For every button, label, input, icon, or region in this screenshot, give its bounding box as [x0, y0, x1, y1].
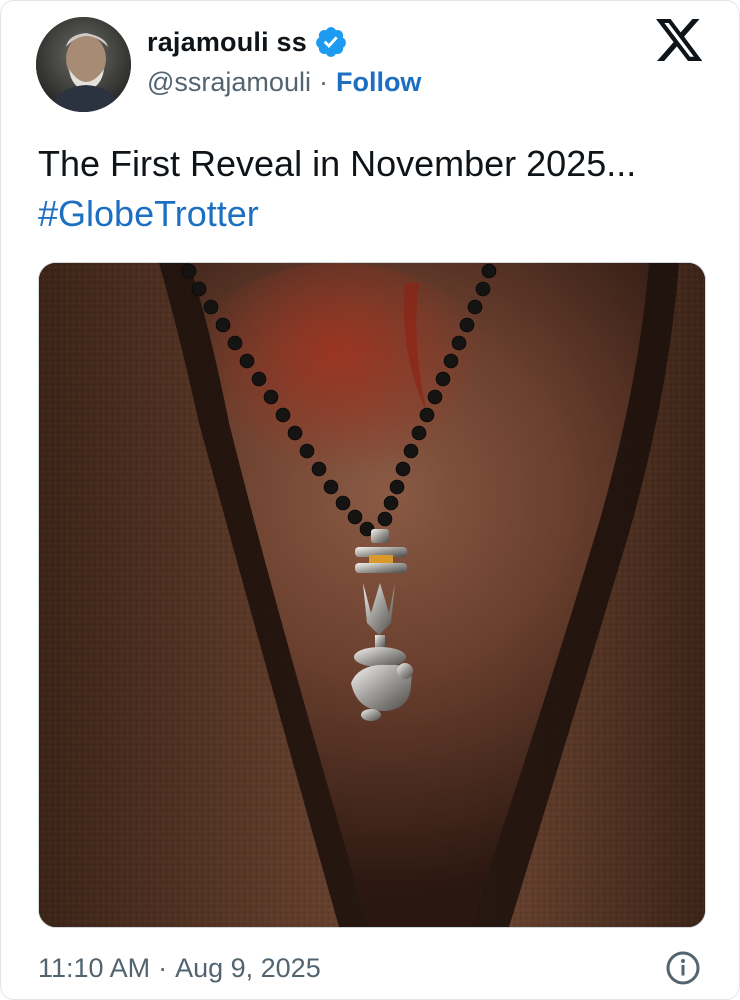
tweet-photo[interactable] — [38, 262, 706, 928]
separator-dot: · — [318, 67, 328, 97]
footer-separator: · — [158, 952, 168, 983]
tweet-body: The First Reveal in November 2025... — [38, 143, 637, 184]
x-logo-icon[interactable] — [656, 19, 704, 65]
timestamp-date[interactable]: Aug 9, 2025 — [175, 953, 321, 984]
verified-badge-icon — [314, 25, 348, 59]
author-handle[interactable]: @ssrajamouli — [147, 67, 311, 98]
display-name[interactable]: rajamouli ss — [147, 27, 307, 58]
follow-button[interactable]: Follow — [336, 67, 421, 98]
name-row: rajamouli ss — [147, 25, 348, 59]
timestamp-time[interactable]: 11:10 AM — [38, 953, 150, 984]
tweet-text: The First Reveal in November 2025... #Gl… — [38, 139, 718, 239]
info-icon[interactable] — [665, 950, 701, 986]
handle-row: @ssrajamouli · Follow — [147, 67, 421, 98]
tweet-header: rajamouli ss @ssrajamouli · Follow — [1, 1, 739, 119]
avatar[interactable] — [36, 17, 131, 112]
hashtag-link[interactable]: #GlobeTrotter — [38, 189, 718, 239]
tweet-card: rajamouli ss @ssrajamouli · Follow The F… — [0, 0, 740, 1000]
tweet-footer: 11:10 AM · Aug 9, 2025 — [38, 946, 704, 990]
